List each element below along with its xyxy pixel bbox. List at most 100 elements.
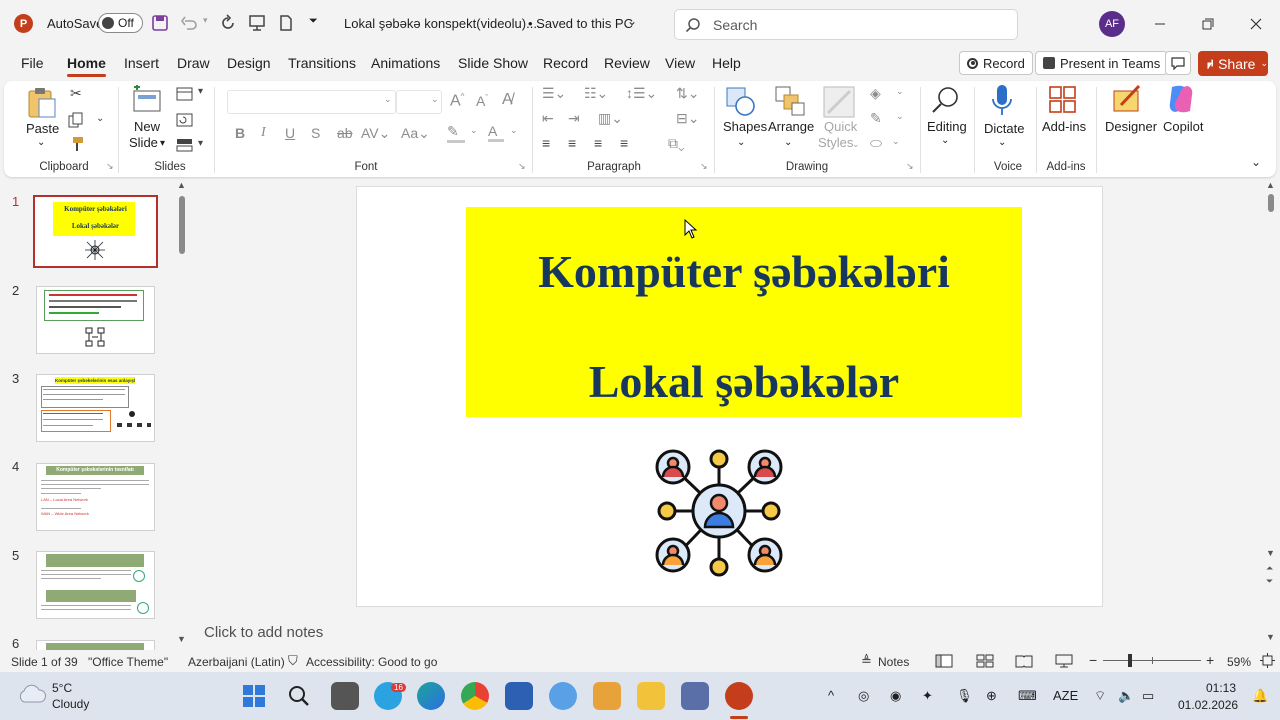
- align-center-icon[interactable]: ≡: [568, 135, 576, 151]
- increase-font-icon[interactable]: A^: [450, 92, 464, 110]
- tab-view[interactable]: View: [665, 55, 695, 71]
- tab-design[interactable]: Design: [227, 55, 271, 71]
- shape-effects-icon[interactable]: ⬭: [870, 135, 882, 152]
- notes-pane[interactable]: Click to add notes: [192, 618, 1258, 648]
- shape-fill-icon[interactable]: ◈: [870, 85, 881, 102]
- undo-icon[interactable]: [180, 14, 198, 32]
- align-text-icon[interactable]: ⊟⌄: [676, 110, 699, 127]
- chrome-icon[interactable]: [461, 682, 489, 710]
- tab-help[interactable]: Help: [712, 55, 741, 71]
- slide-title-line-1[interactable]: Kompüter şəbəkələri: [466, 245, 1022, 298]
- zoom-out-icon[interactable]: −: [1089, 652, 1097, 668]
- autosave-toggle[interactable]: Off: [98, 13, 143, 33]
- minimize-icon[interactable]: [1153, 17, 1167, 31]
- accessibility-icon[interactable]: ⛉: [288, 653, 298, 669]
- slide-sorter-icon[interactable]: [976, 654, 994, 668]
- cut-icon[interactable]: ✂: [70, 85, 82, 102]
- present-from-beginning-icon[interactable]: [248, 14, 266, 32]
- slide-show-icon[interactable]: [1055, 654, 1073, 668]
- tab-transitions[interactable]: Transitions: [288, 55, 356, 71]
- layout-dropdown-icon[interactable]: ▾: [198, 86, 203, 97]
- tray-app-icon[interactable]: ⊕: [986, 688, 997, 704]
- designer-icon[interactable]: [1111, 83, 1145, 115]
- drawing-launcher-icon[interactable]: ↘: [906, 161, 914, 172]
- avatar[interactable]: AF: [1099, 11, 1125, 37]
- shapes-dropdown-icon[interactable]: ⌄: [737, 135, 745, 151]
- network-users-icon[interactable]: [649, 445, 789, 580]
- align-left-icon[interactable]: ≡: [542, 135, 550, 151]
- share-button[interactable]: Share ⌄: [1198, 51, 1268, 76]
- layout-icon[interactable]: [176, 87, 194, 101]
- copilot-tray-icon[interactable]: ✦: [922, 688, 933, 704]
- numbering-icon[interactable]: ☷⌄: [584, 85, 608, 102]
- tab-record[interactable]: Record: [543, 55, 588, 71]
- shape-outline-icon[interactable]: ✎: [870, 110, 882, 127]
- title-placeholder[interactable]: Kompüter şəbəkələri Lokal şəbəkələr: [466, 207, 1022, 417]
- fit-to-window-icon[interactable]: [1260, 653, 1275, 668]
- tab-insert[interactable]: Insert: [124, 55, 159, 71]
- photos-icon[interactable]: [593, 682, 621, 710]
- decrease-indent-icon[interactable]: ⇤: [542, 110, 554, 127]
- clock-time[interactable]: 01:13: [1180, 681, 1236, 695]
- file-explorer-app-icon[interactable]: [505, 682, 533, 710]
- paint-icon[interactable]: [549, 682, 577, 710]
- slide-thumbnail-pane[interactable]: 1 Kompüter şəbəkələri Lokal şəbəkələr 2 …: [0, 180, 190, 650]
- chevron-up-icon[interactable]: ^: [828, 688, 834, 703]
- close-icon[interactable]: [1249, 17, 1263, 31]
- chevron-down-icon[interactable]: ⌄: [627, 14, 637, 28]
- tray-app-icon[interactable]: ◎: [858, 688, 869, 704]
- format-painter-icon[interactable]: [68, 136, 84, 152]
- customize-toolbar-icon[interactable]: ⏷: [309, 15, 318, 28]
- paste-icon[interactable]: [26, 86, 58, 120]
- tab-review[interactable]: Review: [604, 55, 650, 71]
- slide-thumbnail-3[interactable]: Kompüter şəbəkələrinin əsas anlayışları: [36, 374, 155, 442]
- notes-icon[interactable]: ≜: [861, 653, 872, 669]
- battery-icon[interactable]: ▭: [1142, 688, 1154, 704]
- powerpoint-taskbar-icon[interactable]: [725, 682, 753, 710]
- document-title[interactable]: Lokal şəbəkə konspekt(videolu)....: [344, 16, 541, 31]
- wifi-icon[interactable]: ⌔: [1094, 688, 1106, 704]
- section-dropdown-icon[interactable]: ▾: [198, 138, 203, 149]
- accessibility-status[interactable]: Accessibility: Good to go: [306, 655, 437, 669]
- copilot-icon[interactable]: [1164, 83, 1198, 115]
- bold-icon[interactable]: B: [235, 125, 245, 141]
- tab-home[interactable]: Home: [67, 55, 106, 77]
- cloud-icon[interactable]: [18, 682, 46, 704]
- restore-icon[interactable]: [1201, 17, 1215, 31]
- input-language[interactable]: AZE: [1053, 688, 1078, 703]
- tray-app-icon[interactable]: ◉: [890, 688, 901, 704]
- arrange-dropdown-icon[interactable]: ⌄: [784, 135, 792, 151]
- scrollbar-thumb[interactable]: [179, 196, 185, 254]
- clipboard-launcher-icon[interactable]: ↘: [106, 161, 114, 172]
- reset-icon[interactable]: [176, 113, 194, 127]
- edge-icon[interactable]: [417, 682, 445, 710]
- shapes-label[interactable]: Shapes: [723, 119, 767, 135]
- tab-file[interactable]: File: [21, 55, 44, 71]
- slide-thumbnail-4[interactable]: Kompüter şəbəkələrinin təsnifatı LAN – L…: [36, 463, 155, 531]
- comments-button[interactable]: [1165, 51, 1191, 75]
- find-icon[interactable]: [930, 85, 962, 117]
- quick-styles-label-1[interactable]: Quick: [824, 119, 857, 135]
- shape-outline-dropdown-icon[interactable]: ⌄: [896, 111, 904, 122]
- search-icon[interactable]: [287, 684, 311, 708]
- reading-view-icon[interactable]: [1015, 654, 1033, 668]
- keyboard-icon[interactable]: ⌨: [1018, 688, 1037, 704]
- character-spacing-icon[interactable]: AV⌄: [361, 125, 390, 142]
- volume-icon[interactable]: 🔈: [1118, 688, 1134, 704]
- previous-slide-icon[interactable]: ⏶: [1266, 563, 1273, 574]
- editing-dropdown-icon[interactable]: ⌄: [941, 133, 949, 149]
- underline-icon[interactable]: U: [285, 125, 295, 141]
- notes-button[interactable]: Notes: [878, 655, 909, 669]
- notifications-icon[interactable]: 🔔: [1252, 688, 1268, 704]
- bullets-icon[interactable]: ☰⌄: [542, 85, 566, 102]
- line-spacing-icon[interactable]: ↕☰⌄: [626, 85, 657, 102]
- highlighter-dropdown-icon[interactable]: ⌄: [470, 125, 478, 136]
- add-ins-icon[interactable]: [1048, 85, 1078, 115]
- zoom-slider-thumb[interactable]: [1128, 654, 1132, 667]
- shapes-icon[interactable]: [724, 85, 756, 117]
- zoom-level[interactable]: 59%: [1227, 655, 1251, 669]
- next-slide-icon[interactable]: ⏷: [1266, 576, 1273, 587]
- clock-date[interactable]: 01.02.2026: [1178, 698, 1238, 712]
- slide-thumbnail-6[interactable]: [36, 640, 155, 650]
- slide-thumbnail-1[interactable]: Kompüter şəbəkələri Lokal şəbəkələr: [33, 195, 158, 268]
